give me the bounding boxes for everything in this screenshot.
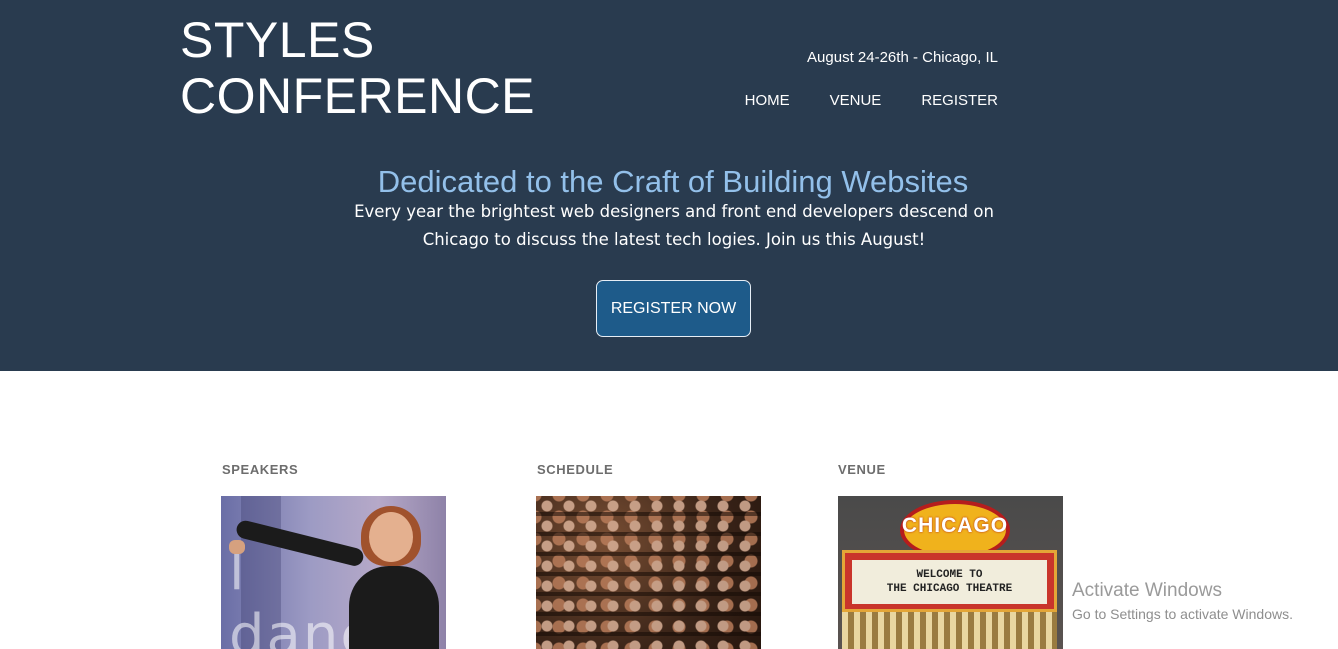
venue-heading: VENUE [838, 462, 886, 477]
hero-tagline: Dedicated to the Craft of Building Websi… [377, 164, 969, 199]
speaker-hand [229, 540, 245, 554]
nav-home-link[interactable]: HOME [745, 92, 790, 109]
speakers-section: SPEAKERS l dance [220, 462, 446, 649]
hero-header: STYLES CONFERENCE August 24-26th - Chica… [0, 0, 1338, 371]
speaker-head [369, 512, 413, 562]
site-logo[interactable]: STYLES CONFERENCE [180, 12, 535, 124]
venue-section: VENUE CHICAGO WELCOME TO THE CHICAGO THE… [836, 462, 1063, 649]
hero-intro: Every year the brightest web designers a… [354, 202, 994, 249]
theatre-entrance [842, 612, 1057, 649]
main-nav: HOME VENUE REGISTER [745, 92, 998, 109]
speakers-photo[interactable]: l dance [221, 496, 446, 649]
theatre-sign-text: CHICAGO [901, 514, 1009, 537]
venue-photo[interactable]: CHICAGO WELCOME TO THE CHICAGO THEATRE [838, 496, 1063, 649]
register-now-button[interactable]: REGISTER NOW [596, 280, 751, 337]
marquee-line-2: THE CHICAGO THEATRE [886, 583, 1013, 595]
schedule-section: SCHEDULE [535, 462, 761, 649]
marquee-board-text: WELCOME TO THE CHICAGO THEATRE [852, 568, 1047, 596]
logo-line-1: STYLES [180, 12, 375, 68]
logo-line-2: CONFERENCE [180, 68, 536, 124]
watermark-subtitle: Go to Settings to activate Windows. [1072, 606, 1293, 622]
audience-rows [536, 496, 761, 649]
speaker-body [349, 566, 439, 649]
watermark-title: Activate Windows [1072, 580, 1222, 601]
nav-venue-link[interactable]: VENUE [830, 92, 882, 109]
nav-register-link[interactable]: REGISTER [921, 92, 998, 109]
marquee-line-1: WELCOME TO [916, 569, 983, 581]
speakers-heading: SPEAKERS [222, 462, 299, 477]
schedule-heading: SCHEDULE [537, 462, 614, 477]
schedule-photo[interactable] [536, 496, 761, 649]
windows-activation-watermark: Activate Windows Go to Settings to activ… [1072, 580, 1293, 622]
event-dateline: August 24-26th - Chicago, IL [807, 49, 998, 66]
